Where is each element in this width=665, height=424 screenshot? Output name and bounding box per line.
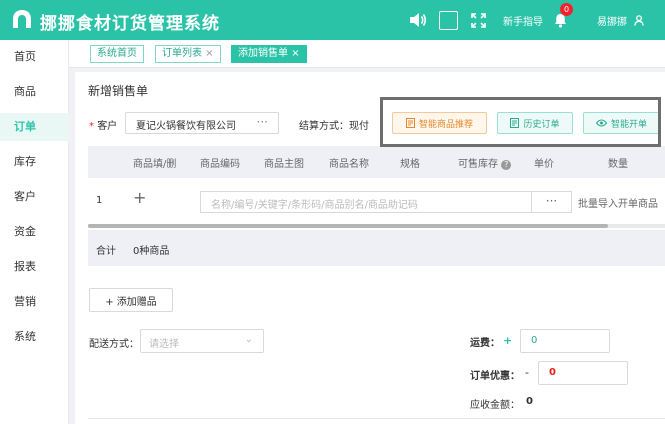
table-row: 1 + 名称/编号/关键字/条形码/商品别名/商品助记码 ··· 批量导入开单商… — [88, 178, 665, 222]
fullscreen-icon[interactable] — [468, 10, 488, 30]
divider — [88, 418, 665, 419]
help-icon[interactable]: ? — [501, 160, 512, 170]
app-logo-icon — [13, 10, 31, 28]
user-icon[interactable] — [633, 10, 645, 30]
discount-input[interactable]: 0 — [538, 361, 628, 385]
receivable-label: 应收金额： — [470, 400, 520, 411]
receivable-value: 0 — [526, 396, 533, 407]
smart-open-button[interactable]: 智能开单 — [583, 112, 660, 134]
sidebar: 首页 商品 订单 库存 客户 资金 报表 营销 系统 — [0, 40, 69, 424]
close-icon[interactable]: × — [291, 48, 299, 59]
tabs-bar: 系统首页 订单列表 × 添加销售单 × — [69, 40, 665, 68]
more-icon[interactable]: ··· — [257, 115, 268, 129]
table-header: 商品填/删 商品编码 商品主图 商品名称 规格 可售库存 ? 单价 数量 — [88, 146, 665, 178]
eye-icon — [595, 119, 607, 127]
tab-home[interactable]: 系统首页 — [90, 45, 144, 63]
chevron-down-icon: ⌄ — [244, 334, 253, 345]
product-search-input[interactable]: 名称/编号/关键字/条形码/商品别名/商品助记码 — [200, 191, 532, 213]
tab-order-list[interactable]: 订单列表 × — [155, 45, 221, 63]
guide-link[interactable]: 新手指导 — [503, 13, 543, 28]
notification-badge: 0 — [560, 3, 573, 16]
discount-sign: - — [525, 366, 529, 379]
sidebar-item-orders[interactable]: 订单 — [0, 113, 69, 141]
summary-value: 0种商品 — [133, 246, 170, 257]
add-row-icon[interactable]: + — [133, 188, 146, 207]
freight-label: 运费： — [470, 338, 500, 349]
product-picker-button[interactable]: ··· — [532, 191, 572, 213]
column-header: 商品名称 — [329, 159, 369, 170]
column-header: 商品填/删 — [133, 159, 177, 170]
freight-sign: + — [503, 334, 513, 347]
top-bar: 挪挪食材订货管理系统 新手指导 0 易挪挪 — [0, 0, 665, 40]
delivery-select[interactable]: 请选择 ⌄ — [140, 329, 264, 353]
sidebar-item-funds[interactable]: 资金 — [0, 218, 69, 246]
sidebar-item-reports[interactable]: 报表 — [0, 253, 69, 281]
main-content: 新增销售单 * 客户 夏记火锅餐饮有限公司 ··· 结算方式：现付 智能商品推荐… — [75, 72, 665, 424]
smart-recommend-button[interactable]: 智能商品推荐 — [392, 112, 487, 134]
page-title: 新增销售单 — [88, 84, 149, 98]
delivery-label: 配送方式： — [89, 339, 139, 350]
sidebar-item-home[interactable]: 首页 — [0, 43, 69, 71]
speaker-icon[interactable] — [408, 10, 428, 30]
tab-add-sales-order[interactable]: 添加销售单 × — [231, 45, 307, 63]
customer-label: * 客户 — [89, 121, 118, 132]
column-header: 商品编码 — [200, 159, 240, 170]
column-header: 商品主图 — [264, 159, 304, 170]
sidebar-item-inventory[interactable]: 库存 — [0, 148, 69, 176]
sidebar-item-customers[interactable]: 客户 — [0, 183, 69, 211]
row-index: 1 — [96, 195, 103, 206]
scrollbar-thumb[interactable] — [88, 224, 608, 228]
settlement-method: 结算方式：现付 — [299, 121, 369, 132]
column-header: 规格 — [400, 159, 420, 170]
document-icon — [510, 118, 520, 128]
history-orders-button[interactable]: 历史订单 — [497, 112, 573, 134]
document-icon — [405, 118, 415, 128]
batch-import-link[interactable]: 批量导入开单商品 — [578, 195, 658, 210]
close-icon[interactable]: × — [205, 48, 213, 59]
column-header: 数量 — [608, 159, 628, 170]
user-name[interactable]: 易挪挪 — [597, 13, 627, 28]
square-button-icon[interactable] — [438, 10, 458, 30]
app-title: 挪挪食材订货管理系统 — [40, 14, 220, 34]
customer-select[interactable]: 夏记火锅餐饮有限公司 ··· — [125, 112, 279, 134]
sidebar-item-products[interactable]: 商品 — [0, 78, 69, 106]
column-header-stock: 可售库存 ? — [458, 155, 512, 170]
freight-input[interactable]: 0 — [520, 329, 610, 353]
add-gift-button[interactable]: + 添加赠品 — [89, 288, 173, 312]
column-header: 单价 — [534, 159, 554, 170]
discount-label: 订单优惠： — [470, 371, 520, 382]
sidebar-item-system[interactable]: 系统 — [0, 323, 69, 351]
sidebar-item-marketing[interactable]: 营销 — [0, 288, 69, 316]
summary-label: 合计 — [96, 246, 116, 257]
table-summary: 合计 0种商品 — [88, 230, 665, 266]
horizontal-scrollbar[interactable] — [88, 224, 665, 228]
